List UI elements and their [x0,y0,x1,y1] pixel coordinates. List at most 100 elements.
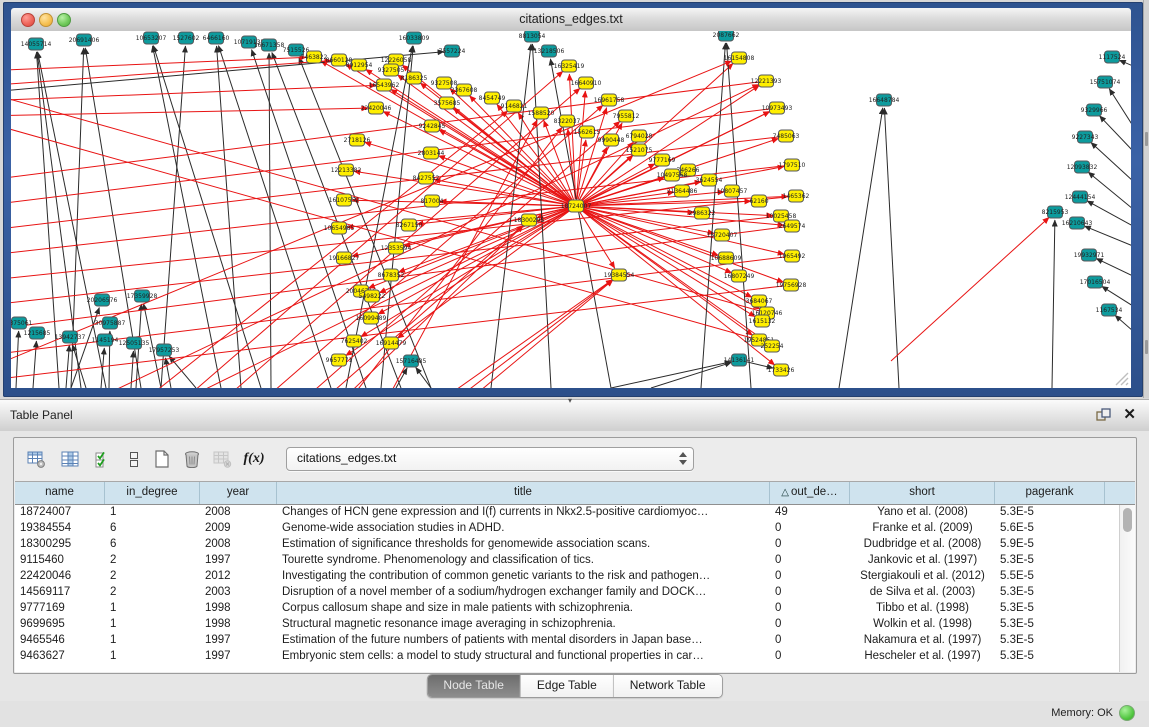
graph-node[interactable]: 19384554 [604,269,635,281]
table-cell[interactable]: 1997 [200,553,277,569]
graph-node[interactable]: 10653207 [136,32,167,44]
table-cell[interactable]: 1 [105,633,200,649]
graph-edge[interactable] [1088,172,1131,209]
table-cell[interactable]: Nakamura et al. (1997) [850,633,995,649]
graph-node[interactable]: 22420046 [361,102,392,114]
graph-node[interactable]: 3575685 [434,97,461,109]
table-source-select[interactable]: citations_edges.txt [286,447,694,471]
graph-edge[interactable] [11,85,376,101]
graph-node[interactable]: 12444154 [1065,191,1096,203]
table-row[interactable]: 946362711997Embryonic stem cells: a mode… [15,649,1120,665]
graph-node[interactable]: 16961758 [594,94,625,106]
graph-edge[interactable] [891,217,1049,361]
side-splitter[interactable] [1143,0,1149,398]
table-row[interactable]: 2242004622012Investigating the contribut… [15,569,1120,585]
table-cell[interactable]: Estimation of the future numbers of pati… [277,633,770,649]
row-height-button[interactable] [122,447,146,471]
table-row[interactable]: 946554611997Estimation of the future num… [15,633,1120,649]
table-cell[interactable]: 6 [105,521,200,537]
table-cell[interactable]: Estimation of significance thresholds fo… [277,537,770,553]
graph-node[interactable]: 17957253 [149,344,180,356]
graph-edge[interactable] [884,108,899,388]
table-cell[interactable]: 1 [105,649,200,665]
graph-node[interactable]: 1167534 [1096,304,1123,316]
function-builder-button[interactable]: f(x) [242,447,266,471]
graph-node[interactable]: 20691406 [69,34,100,46]
table-cell[interactable]: 0 [770,569,850,585]
graph-node[interactable]: 12093832 [1067,161,1098,173]
table-vertical-scrollbar[interactable] [1119,505,1135,672]
table-cell[interactable]: 1 [105,617,200,633]
graph-node[interactable]: 8813054 [519,31,546,42]
resize-grip-icon[interactable] [1111,368,1129,386]
graph-node[interactable]: 9227343 [1072,131,1099,143]
graph-node[interactable]: 13218506 [534,45,565,57]
tab-edge-table[interactable]: Edge Table [520,675,613,697]
table-panel-header[interactable]: ▾ Table Panel ✕ [0,399,1149,432]
graph-edge[interactable] [416,367,431,388]
table-cell[interactable]: 5.3E-5 [995,601,1105,617]
table-cell[interactable]: 9463627 [15,649,105,665]
graph-node[interactable]: 7625402 [341,335,368,347]
graph-edge[interactable] [577,91,586,199]
table-cell[interactable]: 5.5E-5 [995,569,1105,585]
graph-edge[interactable] [1052,220,1055,388]
graph-edge[interactable] [161,46,185,388]
table-cell[interactable]: 2012 [200,569,277,585]
table-cell[interactable]: 5.3E-5 [995,617,1105,633]
splitter-handle[interactable] [1145,132,1148,146]
graph-node[interactable]: 2803144 [418,147,445,159]
graph-edge[interactable] [1096,258,1131,276]
graph-edge[interactable] [16,331,19,388]
network-window-titlebar[interactable]: citations_edges.txt [11,8,1131,32]
table-row[interactable]: 1456911722003Disruption of a novel membe… [15,585,1120,601]
table-cell[interactable]: Jankovic et al. (1997) [850,553,995,569]
graph-node[interactable]: 1215685 [24,327,51,339]
graph-edge[interactable] [839,108,883,388]
graph-node[interactable]: 1465362 [783,190,810,202]
table-cell[interactable]: Dudbridge et al. (2008) [850,537,995,553]
graph-edge[interactable] [1119,60,1131,66]
table-cell[interactable]: 5.3E-5 [995,633,1105,649]
table-cell[interactable]: 5.9E-5 [995,537,1105,553]
column-header-year[interactable]: year [200,482,277,504]
table-cell[interactable]: 5.3E-5 [995,649,1105,665]
graph-node[interactable]: 7557224 [439,45,466,57]
table-cell[interactable]: Genome-wide association studies in ADHD. [277,521,770,537]
table-cell[interactable]: 2008 [200,505,277,521]
table-row[interactable]: 1830029562008Estimation of significance … [15,537,1120,553]
table-options-button[interactable] [24,447,48,471]
table-cell[interactable]: Structural magnetic resonance image aver… [277,617,770,633]
graph-edge[interactable] [1109,89,1131,126]
table-cell[interactable]: 0 [770,521,850,537]
table-cell[interactable]: Stergiakouli et al. (2012) [850,569,995,585]
table-cell[interactable]: Embryonic stem cells: a model to study s… [277,649,770,665]
delete-table-button[interactable] [180,447,204,471]
table-cell[interactable]: 0 [770,617,850,633]
table-cell[interactable]: 0 [770,601,850,617]
table-cell[interactable]: 2 [105,585,200,601]
graph-edge[interactable] [11,57,306,71]
table-cell[interactable]: Hescheler et al. (1997) [850,649,995,665]
table-cell[interactable]: 9115460 [15,553,105,569]
table-cell[interactable]: 5.3E-5 [995,553,1105,569]
graph-node[interactable]: 13942737 [55,331,86,343]
graph-node[interactable]: 14055714 [21,38,52,50]
graph-node[interactable]: 19166827 [329,252,360,264]
table-cell[interactable]: 5.6E-5 [995,521,1105,537]
table-row[interactable]: 1872400712008Changes of HCN gene express… [15,505,1120,521]
graph-node[interactable]: 817004 [421,195,444,207]
graph-edge[interactable] [550,59,611,388]
graph-node[interactable]: 10807457 [717,185,748,197]
graph-node[interactable]: 9329966 [1081,104,1108,116]
graph-node[interactable]: 9990448 [598,134,625,146]
graph-node[interactable]: 12221393 [751,75,782,87]
table-cell[interactable]: 0 [770,649,850,665]
table-cell[interactable]: 2 [105,553,200,569]
table-cell[interactable]: 1997 [200,649,277,665]
table-cell[interactable]: 1 [105,601,200,617]
table-cell[interactable]: 1997 [200,633,277,649]
new-table-button[interactable] [150,447,174,471]
graph-node[interactable]: 1375061 [11,317,33,329]
tab-network-table[interactable]: Network Table [613,675,722,697]
